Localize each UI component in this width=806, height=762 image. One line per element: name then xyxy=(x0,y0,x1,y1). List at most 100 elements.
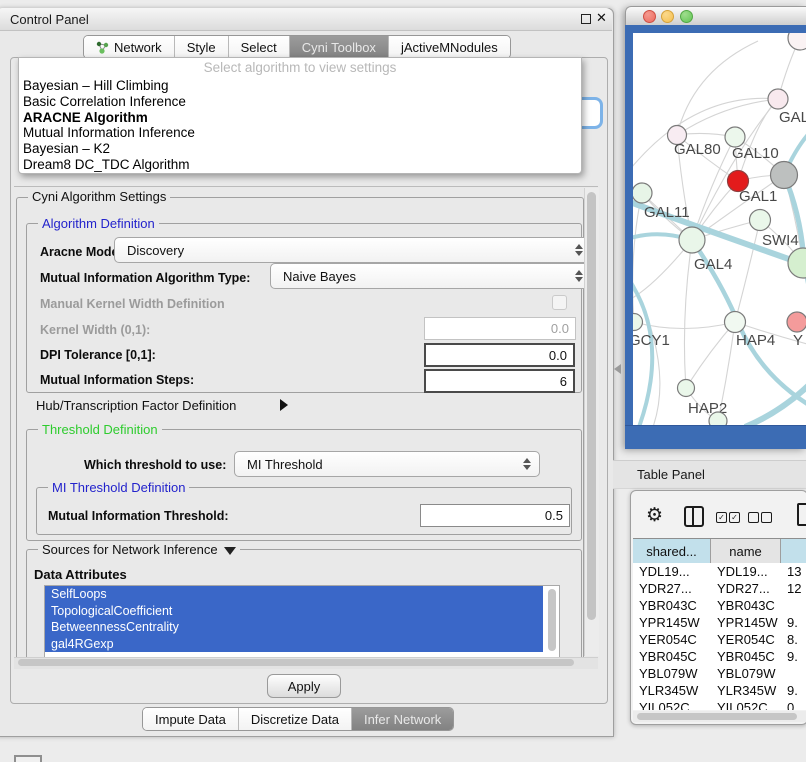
algorithm-popup-list: Bayesian – Hill ClimbingBasic Correlatio… xyxy=(19,78,581,173)
table-row[interactable]: YDL19...YDL19...13 xyxy=(633,563,806,580)
tab-style[interactable]: Style xyxy=(175,36,229,58)
table-cell: YLR345W xyxy=(633,682,711,699)
data-attribute-option[interactable]: TopologicalCoefficient xyxy=(45,603,543,620)
mi-type-label: Mutual Information Algorithm Type: xyxy=(40,271,250,285)
expand-arrow-icon[interactable] xyxy=(280,399,288,411)
column-header-shared[interactable]: shared... xyxy=(633,539,711,564)
select-all-checkbox-icon[interactable]: ✓ xyxy=(729,512,740,523)
settings-vscrollbar-thumb[interactable] xyxy=(587,192,596,620)
tab-jactivemnodules[interactable]: jActiveMNodules xyxy=(389,36,510,58)
kernel-width-field[interactable]: 0.0 xyxy=(424,317,576,340)
deselect-all-checkbox-icon[interactable] xyxy=(761,512,772,523)
mi-threshold-field[interactable]: 0.5 xyxy=(420,504,570,527)
network-node[interactable] xyxy=(771,162,798,189)
apply-button[interactable]: Apply xyxy=(267,674,341,698)
network-node-gcy1[interactable] xyxy=(633,314,643,331)
table-hscrollbar-thumb[interactable] xyxy=(637,713,797,720)
network-edge xyxy=(735,220,760,322)
table-row[interactable]: YPR145WYPR145W9. xyxy=(633,614,806,631)
tab-network[interactable]: Network xyxy=(84,36,175,58)
column-header-partial[interactable] xyxy=(781,539,806,564)
which-threshold-label: Which threshold to use: xyxy=(84,458,226,472)
network-node-gal10[interactable] xyxy=(725,127,745,147)
network-canvas[interactable]: GALGAL80GAL10GAL1GAL11SWI4GAL4GCY1HAP4YH… xyxy=(633,33,806,425)
table-cell: 9. xyxy=(781,648,806,665)
network-node-swi4[interactable] xyxy=(788,248,806,278)
network-node-y[interactable] xyxy=(787,312,806,332)
network-edge xyxy=(677,41,758,135)
algorithm-option[interactable]: Basic Correlation Inference xyxy=(19,94,581,110)
table-cell: 9. xyxy=(781,682,806,699)
network-edge xyxy=(684,240,692,388)
network-node-gal1[interactable] xyxy=(750,210,771,231)
network-node-hap2[interactable] xyxy=(678,380,695,397)
table-row[interactable]: YDR27...YDR27...12 xyxy=(633,580,806,597)
table-cell: YDL19... xyxy=(633,563,711,580)
mi-type-combobox[interactable]: Naive Bayes xyxy=(270,263,592,289)
network-frame-bottom xyxy=(625,425,806,449)
data-attribute-option[interactable]: SelfLoops xyxy=(45,586,543,603)
hub-definition-label[interactable]: Hub/Transcription Factor Definition xyxy=(36,398,236,413)
splitter-collapse-icon[interactable] xyxy=(614,364,621,374)
float-window-icon[interactable] xyxy=(581,14,591,24)
minimize-traffic-light[interactable] xyxy=(661,10,674,23)
mi-steps-field[interactable]: 6 xyxy=(424,369,575,393)
table-row[interactable]: YBR043CYBR043C xyxy=(633,597,806,614)
table-cell: YPR145W xyxy=(711,614,781,631)
settings-hscrollbar-thumb[interactable] xyxy=(18,659,574,666)
tab-infer-network[interactable]: Infer Network xyxy=(352,708,453,730)
table-cell: YBR043C xyxy=(633,597,711,614)
application: Control Panel ✕ Network Style Select Cyn… xyxy=(0,0,806,762)
table-cell: 0. xyxy=(781,699,806,710)
deselect-all-checkbox-icon[interactable] xyxy=(748,512,759,523)
data-attribute-option[interactable]: BetweennessCentrality xyxy=(45,619,543,636)
network-node-hap4[interactable] xyxy=(725,312,746,333)
gear-icon[interactable]: ⚙ xyxy=(646,504,663,526)
tab-impute-data[interactable]: Impute Data xyxy=(143,708,239,730)
tab-jactivemnodules-label: jActiveMNodules xyxy=(401,40,498,55)
algorithm-option[interactable]: Bayesian – Hill Climbing xyxy=(19,78,581,94)
column-header-name[interactable]: name xyxy=(711,539,781,564)
network-edge xyxy=(633,283,652,425)
manual-kernel-checkbox[interactable] xyxy=(552,295,567,310)
list-scrollbar-thumb[interactable] xyxy=(548,589,556,651)
tab-cyni-toolbox[interactable]: Cyni Toolbox xyxy=(290,36,389,58)
tab-network-label: Network xyxy=(114,40,162,55)
select-all-checkbox-icon[interactable]: ✓ xyxy=(716,512,727,523)
table-cell: 9. xyxy=(781,614,806,631)
network-node-gal4[interactable] xyxy=(679,227,705,253)
network-node[interactable] xyxy=(788,33,806,50)
table-row[interactable]: YIL052CYIL052C0. xyxy=(633,699,806,710)
which-threshold-combobox[interactable]: MI Threshold xyxy=(234,451,540,477)
table-row[interactable]: YER054CYER054C8. xyxy=(633,631,806,648)
columns-icon[interactable] xyxy=(684,506,704,527)
sources-title-text: Sources for Network Inference xyxy=(42,542,218,557)
data-attribute-option[interactable]: gal4RGexp xyxy=(45,636,543,653)
tab-discretize-data[interactable]: Discretize Data xyxy=(239,708,352,730)
data-attributes-list: SelfLoopsTopologicalCoefficientBetweenne… xyxy=(44,585,560,658)
node-label: SWI4 xyxy=(762,232,799,249)
table-cell: YIL052C xyxy=(633,699,711,710)
algorithm-option[interactable]: ARACNE Algorithm xyxy=(19,110,581,126)
table-row[interactable]: YBR045CYBR045C9. xyxy=(633,648,806,665)
algorithm-option[interactable]: Mutual Information Inference xyxy=(19,125,581,141)
table-row[interactable]: YBL079WYBL079W xyxy=(633,665,806,682)
network-node-gal11[interactable] xyxy=(633,183,652,203)
dpi-tolerance-field[interactable]: 0.0 xyxy=(424,343,575,367)
algorithm-option[interactable]: Dream8 DC_TDC Algorithm xyxy=(19,157,581,173)
sources-group-title[interactable]: Sources for Network Inference xyxy=(38,542,240,557)
aracne-mode-combobox[interactable]: Discovery xyxy=(114,237,592,263)
zoom-traffic-light[interactable] xyxy=(680,10,693,23)
network-node[interactable] xyxy=(709,412,727,425)
network-node-gal[interactable] xyxy=(768,89,788,109)
table-body: YDL19...YDL19...13YDR27...YDR27...12YBR0… xyxy=(633,563,806,710)
minimized-panel-icon[interactable] xyxy=(14,755,42,762)
algorithm-option[interactable]: Bayesian – K2 xyxy=(19,141,581,157)
mi-threshold-group-title: MI Threshold Definition xyxy=(48,480,189,495)
tab-select[interactable]: Select xyxy=(229,36,290,58)
document-icon[interactable] xyxy=(797,503,806,526)
close-traffic-light[interactable] xyxy=(643,10,656,23)
network-edge xyxy=(686,322,735,388)
table-row[interactable]: YLR345WYLR345W9. xyxy=(633,682,806,699)
close-icon[interactable]: ✕ xyxy=(596,11,609,25)
